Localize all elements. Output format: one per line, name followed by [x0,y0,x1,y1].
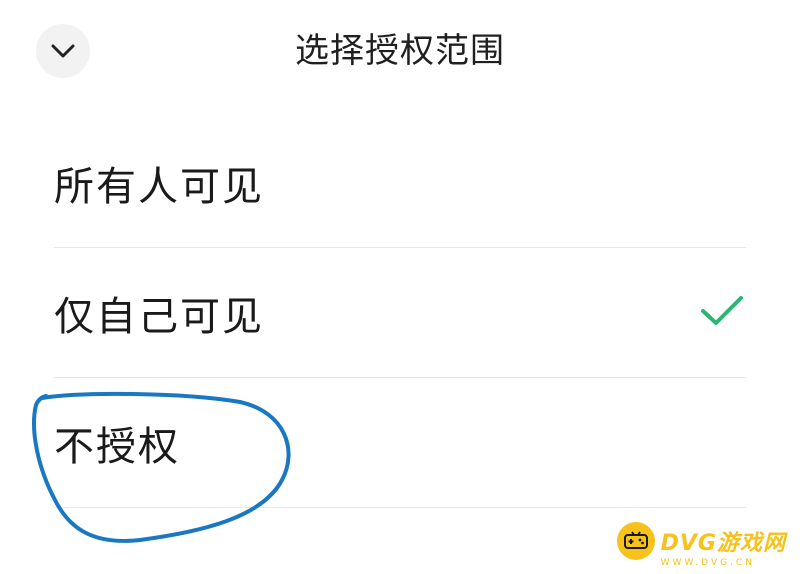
option-list: 所有人可见 仅自己可见 不授权 [54,118,746,508]
option-label: 不授权 [54,423,180,470]
watermark-url: WWW.DVG.CN [660,558,755,568]
option-label: 所有人可见 [54,163,264,210]
option-only-me-visible[interactable]: 仅自己可见 [54,248,746,378]
option-label: 仅自己可见 [54,293,264,340]
option-everyone-visible[interactable]: 所有人可见 [54,118,746,248]
watermark: DVG游戏网 WWW.DVG.CN [616,522,786,568]
watermark-brand: DVG游戏网 [660,531,786,556]
checkmark-icon [700,294,744,332]
option-no-authorization[interactable]: 不授权 [54,378,746,508]
page-title: 选择授权范围 [295,31,505,71]
gamepad-logo-icon [616,522,655,560]
